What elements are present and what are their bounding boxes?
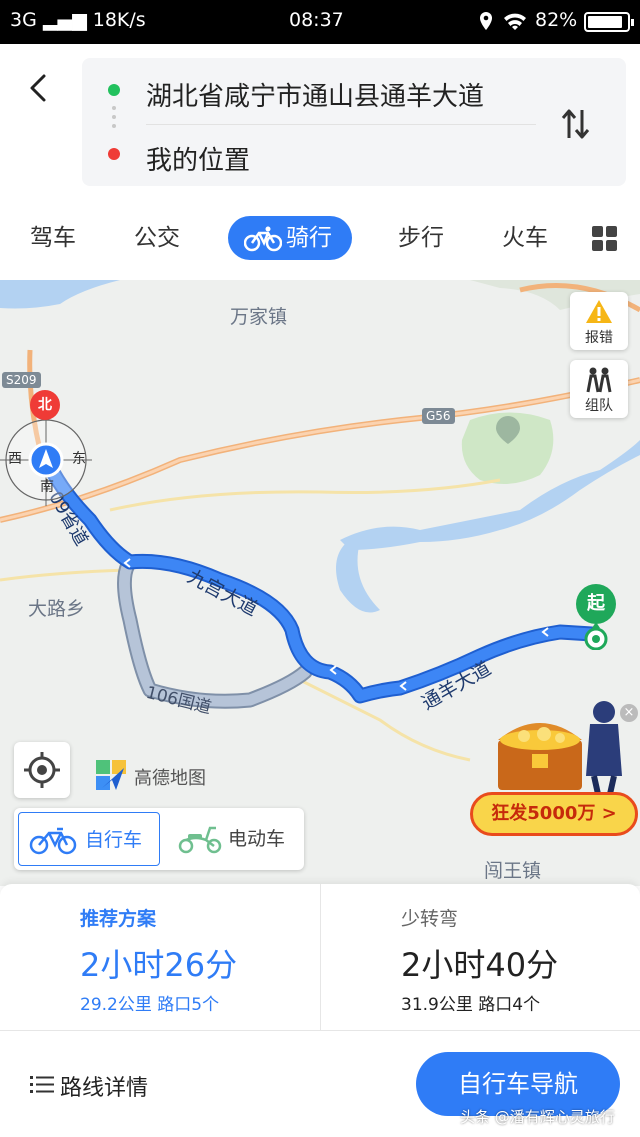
route-header: 湖北省咸宁市通山县通羊大道 我的位置 [0,44,640,194]
route-plan-sheet: 推荐方案 2小时26分 29.2公里 路口5个 少转弯 2小时40分 31.9公… [0,884,640,1137]
road-tag: G56 [422,408,455,424]
tab-walk[interactable]: 步行 [398,216,444,260]
start-dot-icon [108,84,120,96]
ebike-option[interactable]: 电动车 [166,812,300,866]
divider [146,124,536,125]
place-label: 大路乡 [28,598,86,620]
location-wifi-icon [480,12,526,30]
amap-logo-text: 高德地图 [134,768,206,789]
plan-recommended[interactable]: 推荐方案 2小时26分 29.2公里 路口5个 [0,884,320,1030]
tab-train[interactable]: 火车 [502,216,548,260]
clock: 08:37 [289,9,344,31]
network-status: 3G ▂▄▆ 18K/s [10,9,146,31]
locate-me-button[interactable] [14,742,70,798]
route-input-box: 湖北省咸宁市通山县通羊大道 我的位置 [82,58,626,186]
tab-transit[interactable]: 公交 [134,216,180,260]
plan-info: 29.2公里 路口5个 [80,995,220,1015]
promo-button[interactable]: 狂发5000万 > [470,792,638,836]
back-arrow-icon[interactable] [20,68,60,108]
team-icon [586,367,612,393]
route-connector [112,106,116,133]
plan-duration: 2小时26分 [80,946,238,984]
tab-cycling[interactable]: 骑行 [228,216,352,260]
end-dot-icon [108,148,120,160]
report-error-button[interactable]: 报错 [570,292,628,350]
battery-icon [584,12,634,32]
tab-drive[interactable]: 驾车 [30,216,76,260]
plan-duration: 2小时40分 [401,946,559,984]
route-details-button[interactable]: 路线详情 [30,1070,148,1102]
start-location-field[interactable]: 湖北省咸宁市通山县通羊大道 [146,76,484,113]
plan-tag: 推荐方案 [80,908,157,930]
end-location-field[interactable]: 我的位置 [146,140,250,177]
compass-east: 东 [72,451,86,467]
status-bar: 3G ▂▄▆ 18K/s 08:37 82% [0,0,640,44]
bike-option-label: 自行车 [85,829,143,851]
divider [0,1030,640,1031]
road-tag: S209 [2,372,41,388]
bicycle-icon [29,827,77,855]
place-label: 闯王镇 [484,860,542,882]
start-pin[interactable]: 起 [576,584,616,650]
map-view[interactable]: 万家镇 大路乡 闯王镇 S209 G56 09省道 九宫大道 106国道 通羊大… [0,280,640,886]
team-button[interactable]: 组队 [570,360,628,418]
promo-banner[interactable]: × 狂发5000万 > [470,696,638,836]
more-modes-grid-icon[interactable] [592,226,618,252]
treasure-chest-icon [498,701,622,794]
swap-route-icon[interactable] [558,104,594,144]
ebike-option-label: 电动车 [228,828,286,850]
promo-close-icon[interactable]: × [620,704,638,722]
route-details-label: 路线详情 [60,1076,149,1101]
battery-percent: 82% [535,9,578,31]
plan-info: 31.9公里 路口4个 [401,995,541,1015]
plan-fewer-turns[interactable]: 少转弯 2小时40分 31.9公里 路口4个 [320,884,640,1030]
compass-west: 西 [8,451,22,467]
start-pin-label: 起 [576,584,616,624]
tab-cycling-label: 骑行 [286,225,332,251]
compass[interactable]: 北 西 东 南 [0,390,92,510]
watermark: 头条 @潘有辉心灵旅行 [460,1108,615,1126]
compass-north: 北 [30,390,60,420]
warning-icon [586,300,612,323]
place-label: 万家镇 [230,306,288,328]
plan-tag: 少转弯 [401,908,459,930]
scooter-icon [178,826,222,854]
crosshair-icon [24,752,60,788]
bike-option[interactable]: 自行车 [18,812,160,866]
bicycle-icon [244,226,282,252]
list-icon [30,1076,54,1093]
travel-mode-tabs: 驾车 公交 骑行 步行 火车 [0,194,640,280]
start-marker-icon [584,622,608,650]
compass-south: 南 [40,479,54,495]
vehicle-switch: 自行车 电动车 [14,808,304,870]
amap-logo-icon [96,760,126,790]
